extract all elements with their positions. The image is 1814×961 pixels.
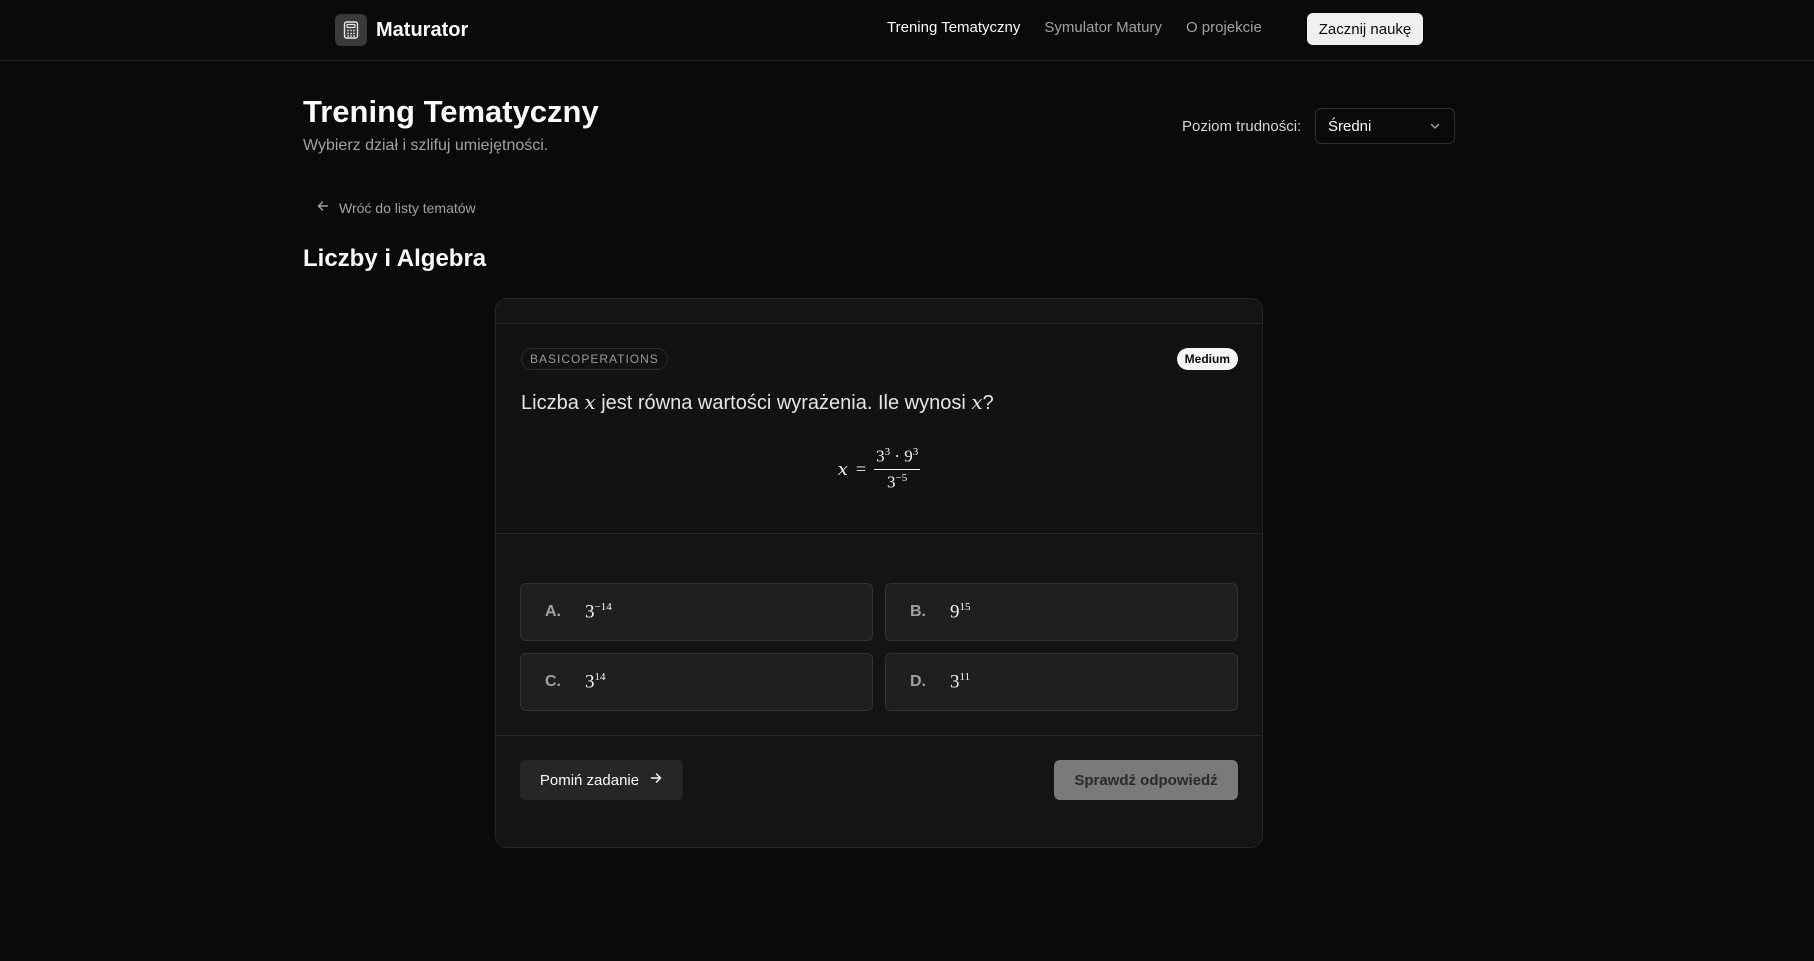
num-exponent: 3 — [884, 446, 891, 458]
difficulty-select[interactable]: Średni — [1315, 108, 1455, 144]
arrow-left-icon — [316, 199, 330, 216]
num-base: 9 — [904, 446, 913, 466]
answer-value: 915 — [950, 601, 971, 623]
answer-base: 3 — [585, 671, 595, 693]
answer-exponent: 11 — [959, 670, 971, 683]
difficulty-label: Poziom trudności: — [1182, 118, 1302, 135]
answer-letter: C. — [545, 673, 561, 690]
calculator-icon — [335, 14, 367, 46]
back-link-label: Wróć do listy tematów — [339, 199, 476, 216]
skip-task-button[interactable]: Pomiń zadanie — [520, 760, 683, 800]
brand[interactable]: Maturator — [335, 14, 468, 46]
difficulty-badge: Medium — [1176, 348, 1238, 370]
num-dot: · — [894, 446, 900, 466]
nav-o-projekcie[interactable]: O projekcie — [1186, 19, 1262, 36]
answer-option-d[interactable]: D. 311 — [885, 653, 1238, 711]
nav-symulator-matury[interactable]: Symulator Matury — [1044, 19, 1162, 36]
nav-trening-tematyczny[interactable]: Trening Tematyczny — [887, 19, 1020, 36]
answer-exponent: 15 — [959, 600, 971, 613]
difficulty-value: Średni — [1328, 117, 1372, 135]
answer-option-b[interactable]: B. 915 — [885, 583, 1238, 641]
formula-numerator: 33 · 93 — [874, 446, 921, 470]
top-navbar: Maturator Trening Tematyczny Symulator M… — [0, 0, 1814, 61]
question-part: ? — [982, 392, 994, 414]
answer-value: 3−14 — [585, 601, 612, 623]
answer-exponent: −14 — [594, 600, 612, 613]
start-learning-button[interactable]: Zacznij naukę — [1307, 13, 1423, 45]
answer-letter: A. — [545, 603, 561, 620]
den-base: 3 — [887, 472, 896, 492]
formula-equals: = — [855, 458, 867, 479]
answer-options: A. 3−14 B. 915 C. 314 D. 311 — [520, 583, 1238, 711]
formula-fraction: 33 · 93 3−5 — [874, 446, 921, 493]
formula-lhs: x — [837, 458, 848, 480]
question-part: Liczba — [521, 392, 585, 414]
main-nav: Trening Tematyczny Symulator Matury O pr… — [887, 19, 1262, 36]
formula-denominator: 3−5 — [887, 470, 907, 493]
math-variable: x — [584, 390, 596, 414]
answer-option-c[interactable]: C. 314 — [520, 653, 873, 711]
page-subtitle: Wybierz dział i szlifuj umiejętności. — [303, 137, 549, 154]
topic-tag: BASICOPERATIONS — [521, 348, 668, 370]
back-to-topics-link[interactable]: Wróć do listy tematów — [316, 199, 476, 216]
question-area: BASICOPERATIONS Medium Liczba x jest rów… — [496, 324, 1262, 534]
num-exponent: 3 — [912, 446, 919, 458]
page-title: Trening Tematyczny — [303, 94, 599, 129]
num-base: 3 — [876, 446, 885, 466]
answer-exponent: 14 — [594, 670, 606, 683]
brand-name: Maturator — [376, 18, 469, 41]
check-answer-button[interactable]: Sprawdź odpowiedź — [1054, 760, 1238, 800]
formula: x = 33 · 93 3−5 — [496, 446, 1262, 492]
answer-base: 3 — [585, 601, 595, 623]
answer-letter: D. — [910, 673, 926, 690]
den-exponent: −5 — [895, 471, 908, 484]
card-footer-divider — [496, 735, 1262, 736]
answer-value: 314 — [585, 671, 606, 693]
arrow-right-icon — [649, 771, 663, 789]
skip-label: Pomiń zadanie — [539, 771, 640, 789]
answer-letter: B. — [910, 603, 926, 620]
question-text: Liczba x jest równa wartości wyrażenia. … — [521, 390, 994, 415]
section-title: Liczby i Algebra — [303, 245, 487, 272]
answer-value: 311 — [950, 671, 970, 693]
answer-base: 3 — [950, 671, 960, 693]
answer-base: 9 — [950, 601, 960, 623]
chevron-down-icon — [1428, 119, 1442, 137]
question-card: BASICOPERATIONS Medium Liczba x jest rów… — [495, 298, 1263, 848]
question-part: jest równa wartości wyrażenia. Ile wynos… — [595, 392, 972, 414]
math-variable: x — [971, 390, 983, 414]
answer-option-a[interactable]: A. 3−14 — [520, 583, 873, 641]
